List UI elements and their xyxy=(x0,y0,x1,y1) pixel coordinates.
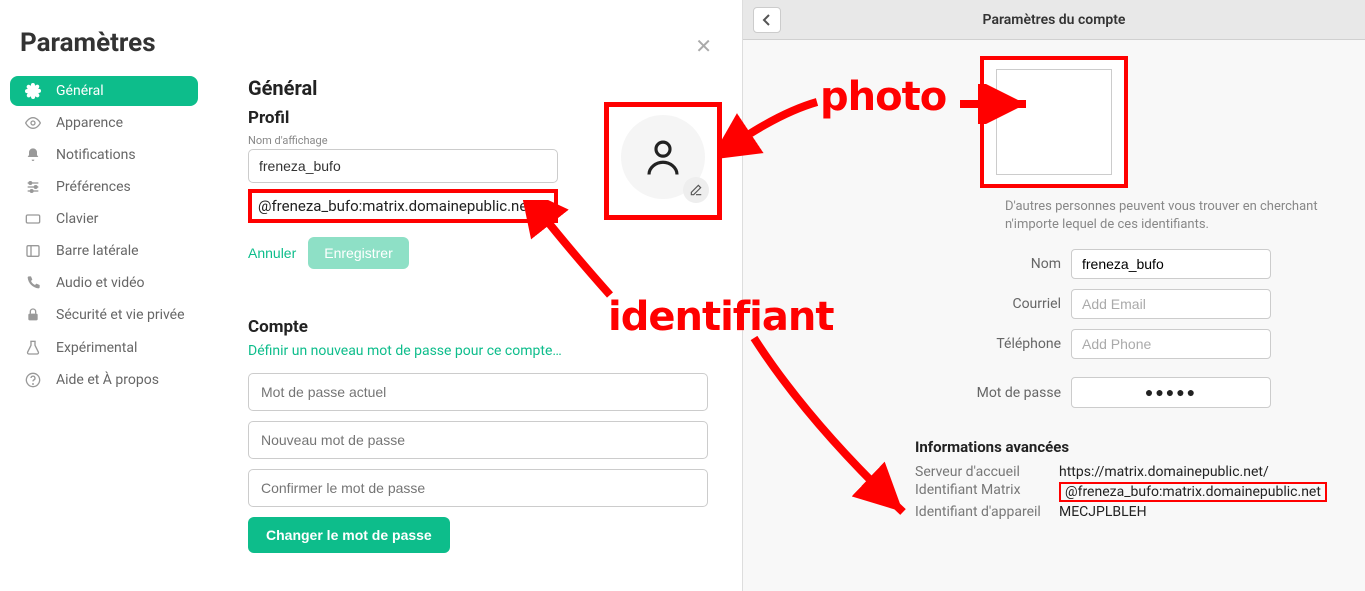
homeserver-value: https://matrix.domainepublic.net/ xyxy=(1059,464,1269,480)
sidebar-item-labs[interactable]: Expérimental xyxy=(10,333,198,363)
edit-avatar-button[interactable] xyxy=(683,177,709,203)
keyboard-icon xyxy=(24,211,42,227)
sidebar-item-label: Barre latérale xyxy=(56,243,139,259)
sidebar-item-preferences[interactable]: Préférences xyxy=(10,172,198,202)
bell-icon xyxy=(24,147,42,163)
avatar[interactable] xyxy=(621,115,705,199)
change-password-button[interactable]: Changer le mot de passe xyxy=(248,517,450,553)
sidebar-item-label: Notifications xyxy=(56,147,136,163)
sidebar-item-general[interactable]: Général xyxy=(10,76,198,106)
gear-icon xyxy=(24,83,42,99)
mxid-row: Identifiant Matrix @freneza_bufo:matrix.… xyxy=(915,482,1341,502)
sidebar-item-label: Apparence xyxy=(56,115,123,131)
general-heading: Général xyxy=(248,76,708,100)
avatar-container xyxy=(604,102,722,220)
email-input[interactable] xyxy=(1071,289,1271,319)
sidebar-item-label: Audio et vidéo xyxy=(56,275,145,291)
homeserver-label: Serveur d'accueil xyxy=(915,464,1059,480)
arrow-photo-right xyxy=(956,84,1036,124)
arrow-identifiant-left xyxy=(500,200,620,300)
eye-icon xyxy=(24,115,42,131)
homeserver-row: Serveur d'accueil https://matrix.domaine… xyxy=(915,464,1341,480)
back-button[interactable] xyxy=(753,7,781,33)
advanced-heading: Informations avancées xyxy=(915,438,1341,456)
arrow-identifiant-right xyxy=(748,332,918,532)
device-id-row: Identifiant d'appareil MECJPLBLEH xyxy=(915,504,1341,520)
sidebar: Général Apparence Notifications Préféren… xyxy=(0,76,210,397)
sidebar-item-security[interactable]: Sécurité et vie privée xyxy=(10,300,198,331)
sidebar-icon xyxy=(24,243,42,259)
right-title: Paramètres du compte xyxy=(743,12,1365,28)
sidebar-item-sidebar[interactable]: Barre latérale xyxy=(10,236,198,266)
close-icon[interactable]: ✕ xyxy=(695,34,712,59)
save-button[interactable]: Enregistrer xyxy=(308,237,408,269)
sidebar-item-help[interactable]: Aide et À propos xyxy=(10,365,198,395)
device-id-value: MECJPLBLEH xyxy=(1059,504,1147,520)
sidebar-item-label: Aide et À propos xyxy=(56,372,159,388)
display-name-input[interactable] xyxy=(248,149,558,183)
sidebar-item-label: Clavier xyxy=(56,211,98,227)
name-label: Nom xyxy=(767,256,1071,272)
arrow-photo-left xyxy=(722,82,822,162)
cancel-button[interactable]: Annuler xyxy=(248,245,296,261)
password-field[interactable]: ●●●●● xyxy=(1071,377,1271,408)
help-icon xyxy=(24,372,42,388)
confirm-password-input[interactable] xyxy=(248,469,708,507)
sidebar-item-audio-video[interactable]: Audio et vidéo xyxy=(10,268,198,298)
sliders-icon xyxy=(24,179,42,195)
account-subtext: Définir un nouveau mot de passe pour ce … xyxy=(248,343,708,359)
sidebar-item-label: Préférences xyxy=(56,179,131,195)
current-password-input[interactable] xyxy=(248,373,708,411)
lock-icon xyxy=(24,307,42,323)
page-title: Paramètres xyxy=(20,28,740,58)
sidebar-item-keyboard[interactable]: Clavier xyxy=(10,204,198,234)
mxid-value: @freneza_bufo:matrix.domainepublic.net xyxy=(1059,482,1327,502)
phone-icon xyxy=(24,275,42,291)
sidebar-item-label: Sécurité et vie privée xyxy=(56,307,185,324)
help-text: D'autres personnes peuvent vous trouver … xyxy=(1005,198,1341,233)
sidebar-item-label: Général xyxy=(56,83,104,99)
right-header: Paramètres du compte xyxy=(743,0,1365,40)
sidebar-item-appearance[interactable]: Apparence xyxy=(10,108,198,138)
phone-input[interactable] xyxy=(1071,329,1271,359)
sidebar-item-notifications[interactable]: Notifications xyxy=(10,140,198,170)
mxid-label: Identifiant Matrix xyxy=(915,482,1059,502)
sidebar-item-label: Expérimental xyxy=(56,340,137,356)
device-id-label: Identifiant d'appareil xyxy=(915,504,1059,520)
flask-icon xyxy=(24,340,42,356)
name-input[interactable] xyxy=(1071,249,1271,279)
new-password-input[interactable] xyxy=(248,421,708,459)
annotation-photo: photo xyxy=(820,74,946,120)
